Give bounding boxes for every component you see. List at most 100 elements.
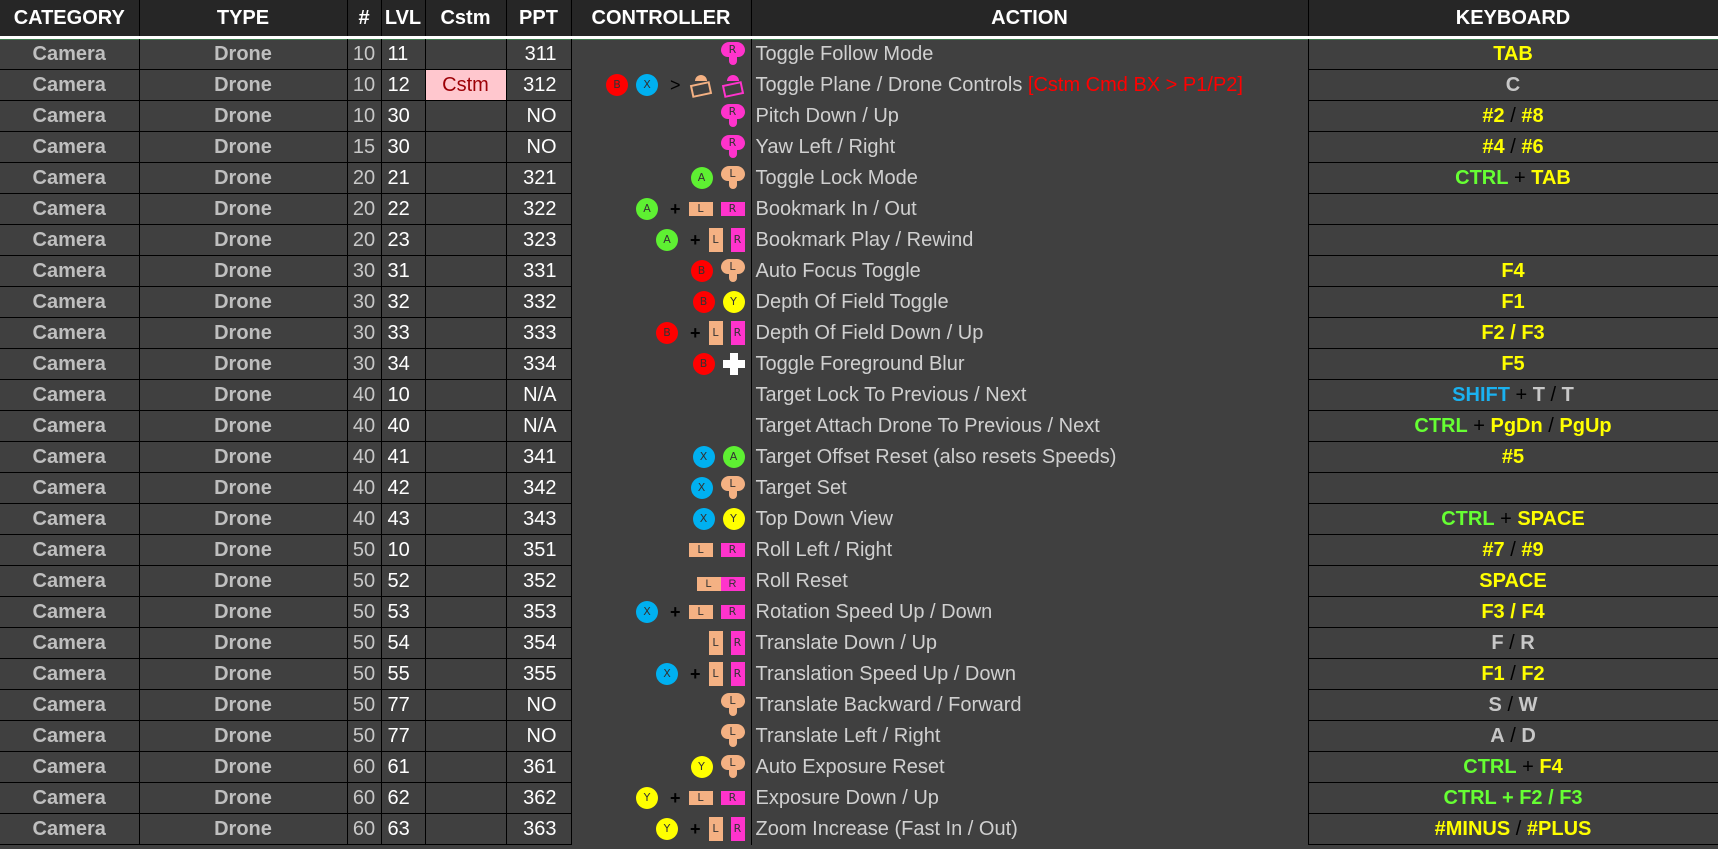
num-cell[interactable]: 50 xyxy=(347,658,382,690)
ppt-cell[interactable]: N/A xyxy=(506,410,572,442)
lvl-cell[interactable]: 22 xyxy=(381,193,426,225)
action-cell[interactable]: Roll Left / Right xyxy=(751,534,1309,566)
ppt-cell[interactable]: NO xyxy=(506,720,572,752)
keyboard-cell[interactable]: SHIFT + T / T xyxy=(1308,379,1718,411)
cstm-cell[interactable] xyxy=(425,813,507,845)
cstm-cell[interactable] xyxy=(425,317,507,349)
lvl-cell[interactable]: 10 xyxy=(381,379,426,411)
type-cell[interactable]: Drone xyxy=(139,224,348,256)
controller-cell[interactable]: Y + L R xyxy=(571,782,752,814)
category-cell[interactable]: Camera xyxy=(0,379,140,411)
ppt-cell[interactable]: 331 xyxy=(506,255,572,287)
ppt-cell[interactable]: NO xyxy=(506,689,572,721)
keyboard-cell[interactable]: #4 / #6 xyxy=(1308,131,1718,163)
category-cell[interactable]: Camera xyxy=(0,782,140,814)
cstm-cell[interactable] xyxy=(425,751,507,783)
cstm-cell[interactable] xyxy=(425,193,507,225)
action-cell[interactable]: Exposure Down / Up xyxy=(751,782,1309,814)
category-cell[interactable]: Camera xyxy=(0,658,140,690)
type-cell[interactable]: Drone xyxy=(139,782,348,814)
action-cell[interactable]: Pitch Down / Up xyxy=(751,100,1309,132)
action-cell[interactable]: Zoom Increase (Fast In / Out) xyxy=(751,813,1309,845)
type-cell[interactable]: Drone xyxy=(139,131,348,163)
cstm-cell[interactable] xyxy=(425,720,507,752)
controller-cell[interactable]: B X > xyxy=(571,69,752,101)
keyboard-cell[interactable]: SPACE xyxy=(1308,565,1718,597)
ppt-cell[interactable]: 351 xyxy=(506,534,572,566)
type-cell[interactable]: Drone xyxy=(139,534,348,566)
category-cell[interactable]: Camera xyxy=(0,69,140,101)
keyboard-cell[interactable] xyxy=(1308,472,1718,504)
lvl-cell[interactable]: 32 xyxy=(381,286,426,318)
header-type[interactable]: TYPE xyxy=(139,0,348,38)
action-cell[interactable]: Bookmark Play / Rewind xyxy=(751,224,1309,256)
type-cell[interactable]: Drone xyxy=(139,162,348,194)
controller-cell[interactable]: R xyxy=(571,131,752,163)
action-cell[interactable]: Toggle Follow Mode xyxy=(751,36,1309,70)
keyboard-cell[interactable]: S / W xyxy=(1308,689,1718,721)
ppt-cell[interactable]: 333 xyxy=(506,317,572,349)
category-cell[interactable]: Camera xyxy=(0,224,140,256)
controller-cell[interactable]: A + L R xyxy=(571,224,752,256)
controller-cell[interactable] xyxy=(571,410,752,442)
lvl-cell[interactable]: 77 xyxy=(381,720,426,752)
action-cell[interactable]: Auto Exposure Reset xyxy=(751,751,1309,783)
category-cell[interactable]: Camera xyxy=(0,317,140,349)
cstm-cell[interactable] xyxy=(425,596,507,628)
num-cell[interactable]: 30 xyxy=(347,255,382,287)
header-action[interactable]: ACTION xyxy=(751,0,1309,38)
keyboard-cell[interactable]: F1 xyxy=(1308,286,1718,318)
ppt-cell[interactable]: 321 xyxy=(506,162,572,194)
action-cell[interactable]: Top Down View xyxy=(751,503,1309,535)
keyboard-cell[interactable]: CTRL + F4 xyxy=(1308,751,1718,783)
controller-cell[interactable]: BY xyxy=(571,286,752,318)
controller-cell[interactable]: LR xyxy=(571,565,752,597)
cstm-cell[interactable] xyxy=(425,162,507,194)
lvl-cell[interactable]: 31 xyxy=(381,255,426,287)
type-cell[interactable]: Drone xyxy=(139,658,348,690)
num-cell[interactable]: 60 xyxy=(347,813,382,845)
cstm-cell[interactable] xyxy=(425,348,507,380)
keyboard-cell[interactable]: F / R xyxy=(1308,627,1718,659)
category-cell[interactable]: Camera xyxy=(0,751,140,783)
lvl-cell[interactable]: 54 xyxy=(381,627,426,659)
cstm-cell[interactable] xyxy=(425,658,507,690)
ppt-cell[interactable]: 355 xyxy=(506,658,572,690)
cstm-cell[interactable] xyxy=(425,503,507,535)
category-cell[interactable]: Camera xyxy=(0,689,140,721)
cstm-cell[interactable] xyxy=(425,627,507,659)
num-cell[interactable]: 20 xyxy=(347,162,382,194)
type-cell[interactable]: Drone xyxy=(139,193,348,225)
controller-cell[interactable]: B xyxy=(571,348,752,380)
num-cell[interactable]: 50 xyxy=(347,627,382,659)
ppt-cell[interactable]: 352 xyxy=(506,565,572,597)
type-cell[interactable]: Drone xyxy=(139,813,348,845)
lvl-cell[interactable]: 43 xyxy=(381,503,426,535)
controller-cell[interactable]: A + L R xyxy=(571,193,752,225)
category-cell[interactable]: Camera xyxy=(0,472,140,504)
controller-cell[interactable]: BL xyxy=(571,255,752,287)
category-cell[interactable]: Camera xyxy=(0,286,140,318)
type-cell[interactable]: Drone xyxy=(139,348,348,380)
category-cell[interactable]: Camera xyxy=(0,441,140,473)
ppt-cell[interactable]: 322 xyxy=(506,193,572,225)
type-cell[interactable]: Drone xyxy=(139,441,348,473)
ppt-cell[interactable]: NO xyxy=(506,131,572,163)
keyboard-cell[interactable]: F3 / F4 xyxy=(1308,596,1718,628)
type-cell[interactable]: Drone xyxy=(139,379,348,411)
lvl-cell[interactable]: 63 xyxy=(381,813,426,845)
ppt-cell[interactable]: 334 xyxy=(506,348,572,380)
lvl-cell[interactable]: 61 xyxy=(381,751,426,783)
num-cell[interactable]: 40 xyxy=(347,503,382,535)
action-cell[interactable]: Toggle Lock Mode xyxy=(751,162,1309,194)
action-cell[interactable]: Toggle Plane / Drone Controls [Cstm Cmd … xyxy=(751,69,1309,101)
ppt-cell[interactable]: N/A xyxy=(506,379,572,411)
keyboard-cell[interactable] xyxy=(1308,224,1718,256)
action-cell[interactable]: Target Offset Reset (also resets Speeds) xyxy=(751,441,1309,473)
action-cell[interactable]: Depth Of Field Down / Up xyxy=(751,317,1309,349)
lvl-cell[interactable]: 55 xyxy=(381,658,426,690)
keyboard-cell[interactable]: #7 / #9 xyxy=(1308,534,1718,566)
keyboard-cell[interactable]: CTRL + F2 / F3 xyxy=(1308,782,1718,814)
category-cell[interactable]: Camera xyxy=(0,100,140,132)
num-cell[interactable]: 50 xyxy=(347,596,382,628)
